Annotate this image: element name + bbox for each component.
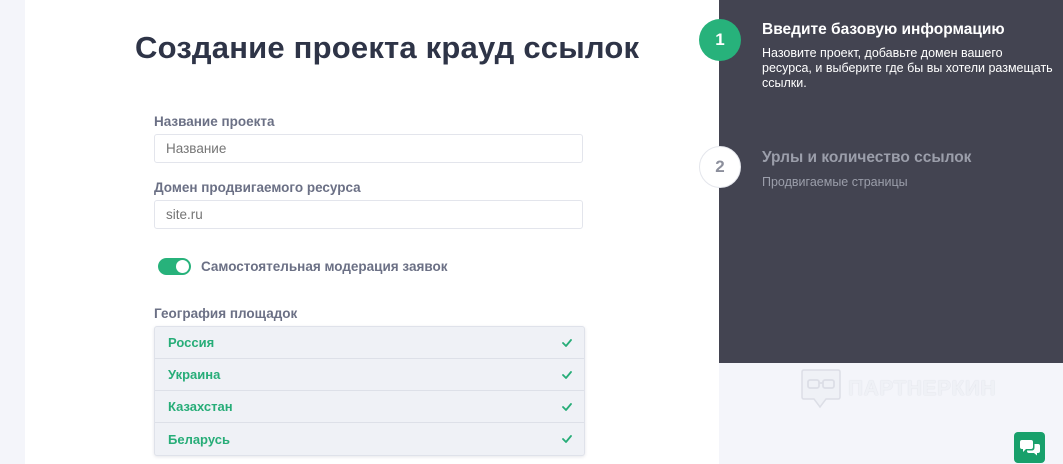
step-1-circle: 1 bbox=[699, 19, 741, 61]
step-1-title: Введите базовую информацию bbox=[762, 21, 1005, 38]
step-2-description: Продвигаемые страницы bbox=[762, 175, 908, 189]
geography-option-label: Казахстан bbox=[168, 399, 233, 414]
geography-option-kazakhstan[interactable]: Казахстан bbox=[155, 391, 584, 423]
geography-option-ukraine[interactable]: Украина bbox=[155, 359, 584, 391]
check-icon bbox=[562, 338, 572, 347]
domain-label: Домен продвигаемого ресурса bbox=[154, 180, 361, 195]
project-name-input[interactable] bbox=[154, 134, 583, 163]
moderation-toggle-row: Самостоятельная модерация заявок bbox=[158, 256, 447, 276]
project-name-label: Название проекта bbox=[154, 114, 275, 129]
domain-input[interactable] bbox=[154, 200, 583, 229]
moderation-toggle-label: Самостоятельная модерация заявок bbox=[201, 258, 448, 274]
geography-label: География площадок bbox=[154, 306, 298, 321]
geography-option-label: Россия bbox=[168, 335, 215, 350]
chat-bubbles-icon bbox=[1019, 440, 1040, 456]
geography-option-label: Украина bbox=[168, 367, 221, 382]
check-icon bbox=[562, 370, 572, 379]
form-card: Создание проекта крауд ссылок Название п… bbox=[25, 0, 719, 464]
step-1-description: Назовите проект, добавьте домен вашего р… bbox=[762, 46, 1053, 90]
geography-option-belarus[interactable]: Беларусь bbox=[155, 423, 584, 455]
partnerkin-watermark: ПАРТНЕРКИН bbox=[800, 367, 996, 411]
step-2-title: Урлы и количество ссылок bbox=[762, 149, 972, 166]
check-icon bbox=[562, 402, 572, 411]
step-2-circle: 2 bbox=[699, 146, 741, 188]
watermark-text: ПАРТНЕРКИН bbox=[848, 377, 997, 400]
geography-option-russia[interactable]: Россия bbox=[155, 327, 584, 359]
toggle-knob bbox=[176, 259, 189, 273]
page-title: Создание проекта крауд ссылок bbox=[135, 30, 640, 65]
moderation-toggle[interactable] bbox=[158, 257, 191, 275]
check-icon bbox=[562, 435, 572, 443]
geography-option-label: Беларусь bbox=[168, 431, 230, 447]
geography-list: Россия Украина Казахстан Беларусь bbox=[154, 326, 585, 456]
page: Создание проекта крауд ссылок Название п… bbox=[0, 0, 1063, 464]
glasses-speech-bubble-logo-icon bbox=[801, 369, 841, 409]
chat-button[interactable] bbox=[1014, 432, 1045, 463]
